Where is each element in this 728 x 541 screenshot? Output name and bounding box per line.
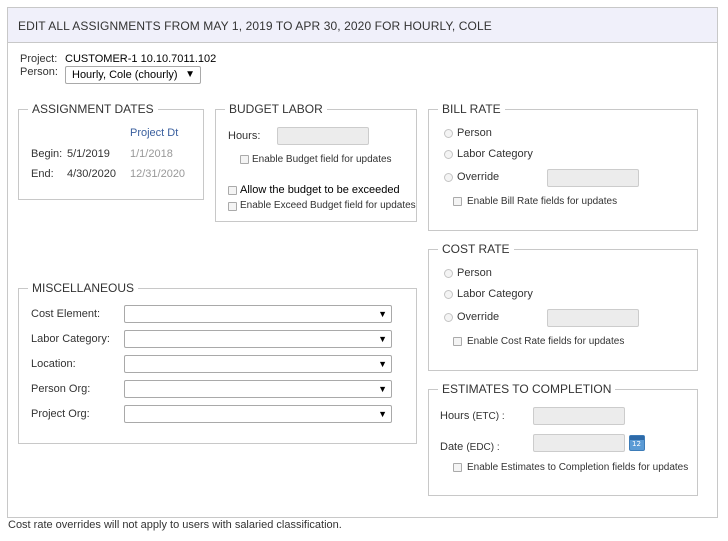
project-org-select[interactable]: ▼ xyxy=(124,405,392,423)
etc-hours-label-text: Hours xyxy=(440,410,470,422)
cost-rate-override-input[interactable] xyxy=(547,309,639,327)
cost-element-label: Cost Element: xyxy=(31,308,101,320)
enable-budget-label: Enable Budget field for updates xyxy=(252,154,392,165)
end-date: 4/30/2020 xyxy=(67,168,116,180)
chevron-down-icon: ▼ xyxy=(378,384,387,394)
chevron-down-icon: ▼ xyxy=(378,359,387,369)
cost-rate-section: COST RATE xyxy=(428,242,698,371)
estimates-legend: ESTIMATES TO COMPLETION xyxy=(442,382,612,396)
chevron-down-icon: ▼ xyxy=(378,409,387,419)
cost-rate-legend: COST RATE xyxy=(442,242,510,256)
budget-hours-input[interactable] xyxy=(277,127,369,145)
edc-date-input[interactable] xyxy=(533,434,625,452)
allow-exceed-label: Allow the budget to be exceeded xyxy=(240,184,400,196)
edc-date-label: Date (EDC) : xyxy=(440,441,500,453)
bill-rate-override-input[interactable] xyxy=(547,169,639,187)
cost-rate-override-label: Override xyxy=(457,311,500,323)
person-org-label: Person Org: xyxy=(31,383,91,395)
calendar-icon[interactable]: 12 xyxy=(629,435,645,451)
bill-rate-override-label: Override xyxy=(457,171,500,183)
cost-element-select[interactable]: ▼ xyxy=(124,305,392,323)
budget-hours-label: Hours: xyxy=(228,130,261,142)
chevron-down-icon: ▼ xyxy=(378,334,387,344)
calendar-icon-day: 12 xyxy=(632,440,641,448)
person-select[interactable]: Hourly, Cole (chourly) ▼ xyxy=(65,66,201,84)
enable-estimates-label: Enable Estimates to Completion fields fo… xyxy=(467,462,689,473)
begin-label: Begin: xyxy=(31,148,63,160)
edc-date-label-text: Date xyxy=(440,441,464,453)
person-label: Person: xyxy=(20,66,58,78)
cost-rate-person-radio[interactable] xyxy=(444,269,453,278)
assignment-dates-legend: ASSIGNMENT DATES xyxy=(32,102,154,116)
salaried-note: Cost rate overrides will not apply to us… xyxy=(8,519,342,531)
bill-rate-labor-category-label: Labor Category xyxy=(457,148,533,160)
person-select-value: Hourly, Cole (chourly) xyxy=(72,69,178,81)
bill-rate-labor-category-radio[interactable] xyxy=(444,150,453,159)
enable-budget-checkbox[interactable] xyxy=(240,155,249,164)
cost-rate-override-radio[interactable] xyxy=(444,313,453,322)
miscellaneous-legend: MISCELLANEOUS xyxy=(32,281,135,295)
end-project-dt: 12/31/2020 xyxy=(130,168,186,180)
project-value: CUSTOMER-1 10.10.7011.102 xyxy=(65,53,217,65)
allow-exceed-checkbox[interactable] xyxy=(228,186,237,195)
project-dt-header: Project Dt xyxy=(130,127,179,139)
etc-hours-input[interactable] xyxy=(533,407,625,425)
labor-category-select[interactable]: ▼ xyxy=(124,330,392,348)
enable-bill-rate-label: Enable Bill Rate fields for updates xyxy=(467,196,618,207)
project-org-label: Project Org: xyxy=(31,408,90,420)
chevron-down-icon: ▼ xyxy=(185,69,195,80)
cost-rate-labor-category-radio[interactable] xyxy=(444,290,453,299)
enable-cost-rate-label: Enable Cost Rate fields for updates xyxy=(467,336,625,347)
enable-bill-rate-checkbox[interactable] xyxy=(453,197,462,206)
enable-cost-rate-checkbox[interactable] xyxy=(453,337,462,346)
project-label: Project: xyxy=(20,53,58,65)
bill-rate-section: BILL RATE xyxy=(428,102,698,231)
enable-exceed-checkbox[interactable] xyxy=(228,202,237,211)
etc-hours-label: Hours (ETC) : xyxy=(440,410,505,422)
begin-project-dt: 1/1/2018 xyxy=(130,148,173,160)
enable-exceed-label: Enable Exceed Budget field for updates xyxy=(240,200,416,211)
chevron-down-icon: ▼ xyxy=(378,309,387,319)
end-label: End: xyxy=(31,168,54,180)
location-select[interactable]: ▼ xyxy=(124,355,392,373)
bill-rate-legend: BILL RATE xyxy=(442,102,501,116)
cost-rate-person-label: Person xyxy=(457,267,492,279)
enable-estimates-checkbox[interactable] xyxy=(453,463,462,472)
page-title: EDIT ALL ASSIGNMENTS FROM MAY 1, 2019 TO… xyxy=(8,8,717,43)
etc-hours-suffix: (ETC) : xyxy=(472,411,505,422)
labor-category-label: Labor Category: xyxy=(31,333,110,345)
edc-date-suffix: (EDC) : xyxy=(466,442,500,453)
cost-rate-labor-category-label: Labor Category xyxy=(457,288,533,300)
person-org-select[interactable]: ▼ xyxy=(124,380,392,398)
bill-rate-person-radio[interactable] xyxy=(444,129,453,138)
location-label: Location: xyxy=(31,358,76,370)
budget-labor-legend: BUDGET LABOR xyxy=(229,102,323,116)
bill-rate-person-label: Person xyxy=(457,127,492,139)
begin-date: 5/1/2019 xyxy=(67,148,110,160)
bill-rate-override-radio[interactable] xyxy=(444,173,453,182)
